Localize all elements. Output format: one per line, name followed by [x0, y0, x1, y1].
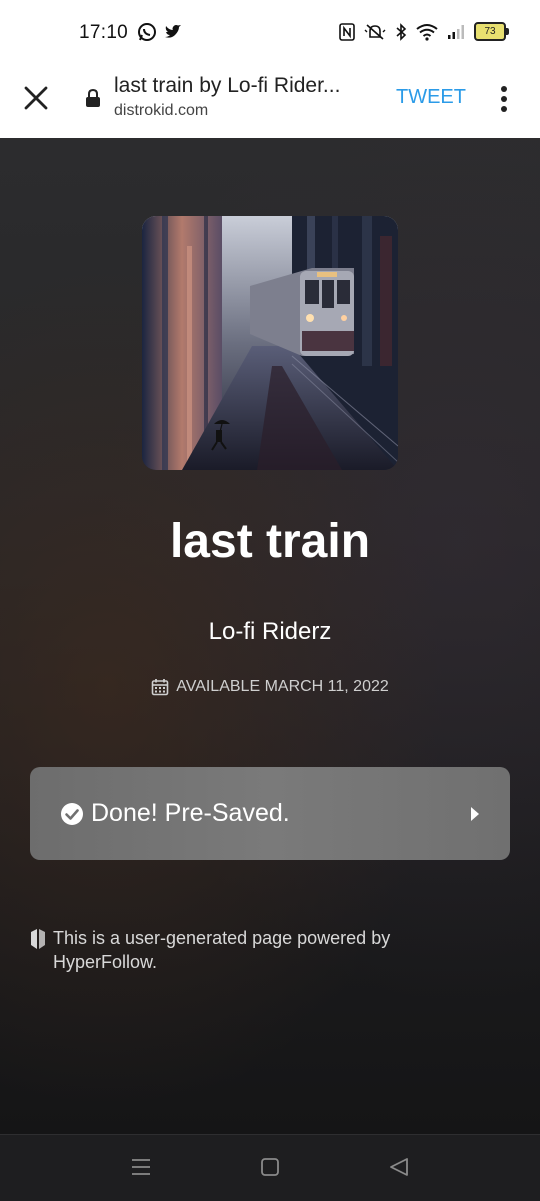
hyperfollow-icon: [31, 929, 45, 949]
status-time: 17:10: [79, 22, 129, 43]
status-left-icons: [137, 22, 183, 42]
lock-icon: [86, 88, 100, 107]
presave-button[interactable]: Done! Pre-Saved.: [30, 767, 510, 860]
tweet-button[interactable]: TWEET: [396, 86, 466, 109]
signal-icon: [448, 24, 464, 39]
release-title: last train: [169, 515, 371, 568]
calendar-icon: [151, 679, 169, 696]
recents-icon[interactable]: [129, 1155, 153, 1179]
release-date-text: AVAILABLE MARCH 11, 2022: [176, 678, 389, 695]
status-right-icons: 73: [339, 22, 509, 41]
release-date: AVAILABLE MARCH 11, 2022: [0, 678, 540, 696]
status-bar: 17:10 73: [0, 0, 540, 66]
bluetooth-icon: [396, 22, 407, 41]
mute-icon: [364, 23, 386, 40]
battery-icon: 73: [474, 22, 509, 41]
twitter-icon: [165, 25, 181, 38]
battery-level: 73: [484, 26, 496, 37]
check-circle-icon: [61, 803, 83, 825]
album-art: [142, 216, 398, 470]
presave-label: Done! Pre-Saved.: [91, 799, 290, 827]
page-title: last train by Lo-fi Rider...: [114, 74, 341, 97]
whatsapp-icon: [138, 23, 156, 41]
chevron-right-icon: [471, 807, 479, 821]
page-domain: distrokid.com: [114, 102, 209, 119]
release-page: last train Lo-fi Riderz AVAILABLE MARCH …: [0, 138, 540, 1134]
nfc-icon: [339, 22, 355, 41]
home-icon[interactable]: [258, 1155, 282, 1179]
more-options-icon[interactable]: [498, 84, 510, 114]
footer-note: This is a user-generated page powered by…: [30, 926, 430, 974]
system-nav-bar: [0, 1134, 540, 1201]
back-icon[interactable]: [387, 1155, 411, 1179]
artist-name: Lo-fi Riderz: [208, 618, 332, 645]
footer-note-text: This is a user-generated page powered by…: [53, 928, 391, 972]
browser-toolbar: last train by Lo-fi Rider... distrokid.c…: [0, 66, 540, 139]
close-button[interactable]: [22, 84, 50, 112]
wifi-icon: [416, 23, 438, 41]
